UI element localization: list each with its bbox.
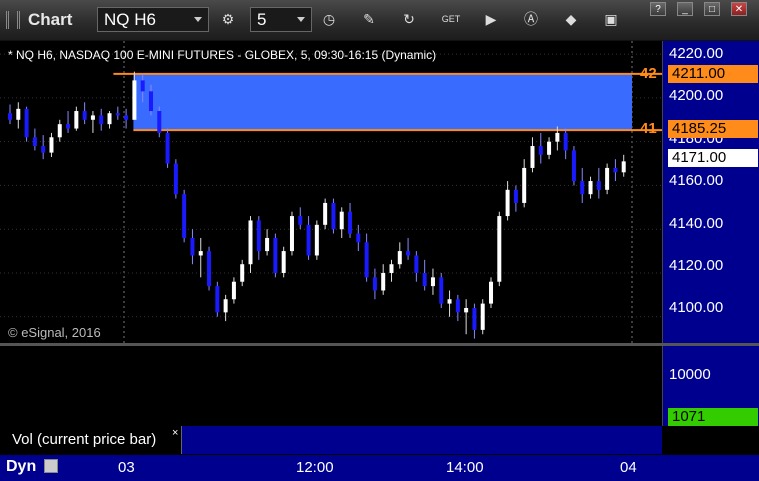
copyright-text: © eSignal, 2016 <box>8 325 101 340</box>
candle-body <box>605 167 610 190</box>
candle-body <box>298 216 303 225</box>
candle-body <box>555 132 560 142</box>
candle-body <box>231 281 236 300</box>
candle-body <box>24 108 29 138</box>
candle-body <box>489 281 494 304</box>
candle-body <box>82 111 87 120</box>
candle-body <box>430 277 435 287</box>
candle-body <box>157 111 162 133</box>
candle-body <box>32 137 37 147</box>
candle-body <box>140 80 145 92</box>
candle-body <box>41 146 46 153</box>
candle-body <box>165 132 170 164</box>
time-tick: 14:00 <box>446 459 484 476</box>
candle-body <box>406 251 411 256</box>
lower-level-label: 41 <box>640 120 657 137</box>
candle-body <box>306 224 311 256</box>
upper-level-price: 4211.00 <box>668 65 758 83</box>
candle-body <box>588 181 593 195</box>
candle-body <box>505 189 510 217</box>
volume-plot-area[interactable] <box>0 346 662 426</box>
candle-body <box>115 113 120 116</box>
candle-body <box>348 211 353 234</box>
close-study-icon[interactable]: × <box>172 427 178 439</box>
volume-study-label[interactable]: Vol (current price bar) <box>0 426 182 454</box>
candle-body <box>580 181 585 195</box>
candle-body <box>323 202 328 225</box>
candle-body <box>364 242 369 278</box>
candle-body <box>547 141 552 155</box>
candle-body <box>439 277 444 304</box>
dynamic-label[interactable]: Dyn <box>6 458 36 476</box>
candle-body <box>240 264 245 282</box>
candle-body <box>314 224 319 256</box>
current-volume-tag: 1071 <box>668 408 758 426</box>
candle-body <box>356 233 361 243</box>
candle-body <box>66 124 71 129</box>
candle-body <box>397 251 402 265</box>
candle-body <box>414 255 419 273</box>
candle-body <box>571 150 576 182</box>
candle-body <box>381 272 386 291</box>
candle-body <box>530 146 535 168</box>
candle-body <box>613 167 618 173</box>
candle-body <box>563 132 568 151</box>
candle-body <box>621 161 626 173</box>
candle-body <box>339 211 344 230</box>
candle-body <box>8 113 12 120</box>
candle-body <box>90 115 95 120</box>
candle-body <box>124 115 129 120</box>
candle-body <box>372 277 377 291</box>
candle-body <box>190 237 195 256</box>
lock-icon[interactable] <box>44 459 58 473</box>
candle-body <box>289 216 294 252</box>
candle-body <box>207 251 212 287</box>
lower-level-price: 4185.25 <box>668 120 758 138</box>
candle-body <box>273 237 278 273</box>
candle-body <box>99 115 104 125</box>
volume-tick: 10000 <box>669 366 711 383</box>
current-price-tag: 4171.00 <box>668 149 758 167</box>
chart-header: * NQ H6, NASDAQ 100 E-MINI FUTURES - GLO… <box>8 48 437 62</box>
candle-body <box>74 111 79 129</box>
candle-body <box>132 80 137 120</box>
candle-body <box>480 303 485 330</box>
candle-body <box>538 146 543 155</box>
candle-body <box>215 286 220 313</box>
candle-body <box>281 251 286 273</box>
candle-body <box>173 163 178 195</box>
candle-body <box>223 299 228 313</box>
time-tick: 03 <box>118 459 135 476</box>
candle-body <box>57 124 62 138</box>
candle-body <box>16 108 21 120</box>
candle-body <box>422 272 427 287</box>
time-axis[interactable]: Dyn 03 12:00 14:00 04 <box>0 455 759 481</box>
upper-level-label: 42 <box>640 65 657 82</box>
candle-body <box>198 251 203 256</box>
candle-body <box>182 194 187 238</box>
candle-body <box>472 307 477 330</box>
candle-body <box>513 189 518 203</box>
candle-body <box>148 91 153 112</box>
candle-body <box>497 216 502 282</box>
candle-body <box>256 220 261 252</box>
candle-body <box>389 264 394 273</box>
candle-body <box>455 299 460 313</box>
candle-body <box>107 113 112 125</box>
candle-body <box>596 181 601 190</box>
time-tick: 12:00 <box>296 459 334 476</box>
candle-body <box>49 137 54 153</box>
time-tick: 04 <box>620 459 637 476</box>
candle-body <box>331 202 336 230</box>
level-zone <box>133 73 632 131</box>
candle-body <box>248 220 253 265</box>
candle-body <box>464 307 469 313</box>
candle-body <box>522 167 527 203</box>
candle-body <box>447 299 452 304</box>
candle-body <box>265 237 270 252</box>
